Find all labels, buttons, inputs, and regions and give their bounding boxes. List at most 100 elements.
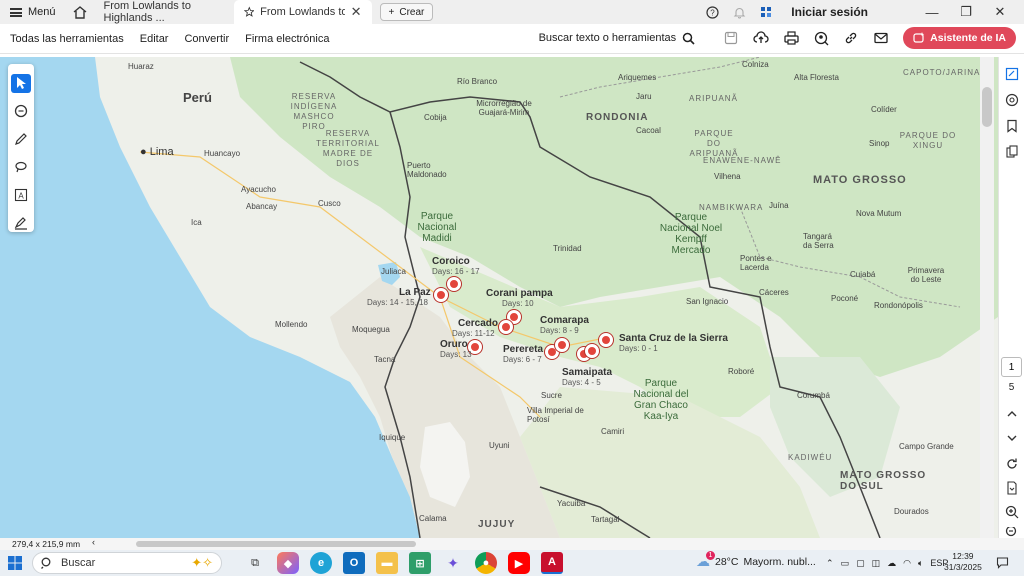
restore-icon[interactable]: ❐ bbox=[956, 4, 976, 20]
stop-marker[interactable] bbox=[599, 333, 613, 347]
zoom-out-icon[interactable] bbox=[1002, 527, 1022, 537]
comments-panel-icon[interactable] bbox=[1002, 91, 1022, 109]
cursor-icon bbox=[17, 77, 26, 90]
stop-label-oruro: Oruro Days: 13 bbox=[440, 339, 472, 359]
stop-marker[interactable] bbox=[585, 344, 599, 358]
scroll-thumb[interactable] bbox=[982, 87, 992, 127]
stop-name: Cercado bbox=[458, 318, 499, 329]
apps-grid-icon[interactable] bbox=[760, 6, 773, 19]
chevron-left-icon[interactable]: ‹ bbox=[92, 537, 95, 547]
tray-app-icon[interactable]: ◫ bbox=[872, 558, 881, 569]
page-total-count: 5 bbox=[1008, 382, 1015, 393]
notifications-icon[interactable] bbox=[996, 556, 1009, 572]
print-icon[interactable] bbox=[783, 30, 799, 46]
hamburger-icon bbox=[10, 7, 22, 17]
taskbar-search-box[interactable]: Buscar ✦✧ bbox=[32, 552, 222, 574]
menu-edit[interactable]: Editar bbox=[132, 33, 177, 45]
city-label: Juliaca bbox=[381, 267, 406, 276]
help-icon[interactable]: ? bbox=[706, 5, 719, 19]
close-window-icon[interactable]: ✕ bbox=[990, 4, 1010, 20]
onedrive-icon[interactable]: ☁ bbox=[887, 558, 896, 569]
new-tab-button[interactable]: + Crear bbox=[379, 3, 434, 21]
horizontal-scrollbar[interactable]: ‹ bbox=[92, 537, 978, 548]
comment-tool-button[interactable] bbox=[11, 102, 31, 121]
ai-assistant-button[interactable]: Asistente de IA bbox=[903, 27, 1016, 49]
stop-days: Days: 8 - 9 bbox=[540, 326, 579, 335]
stop-marker[interactable] bbox=[447, 277, 461, 291]
display-icon[interactable]: ▢ bbox=[856, 558, 865, 569]
map-document-page[interactable]: Coroico Days: 16 - 17 La Paz Days: 14 - … bbox=[0, 57, 998, 538]
bookmark-icon[interactable] bbox=[1002, 117, 1022, 135]
edge-browser-icon[interactable]: e bbox=[310, 552, 332, 574]
region-label: KADIWÉU bbox=[788, 453, 833, 462]
stop-name: Perereta bbox=[503, 344, 544, 355]
document-scroll-icon[interactable] bbox=[1002, 479, 1022, 497]
bell-icon[interactable] bbox=[733, 6, 746, 19]
park-label: Parque Nacional del Gran Chaco Kaa-Iya bbox=[633, 378, 689, 422]
scroll-thumb[interactable] bbox=[136, 541, 416, 547]
pen-tool-button[interactable] bbox=[11, 130, 31, 149]
refresh-icon[interactable] bbox=[1002, 455, 1022, 473]
pages-thumbnails-icon[interactable] bbox=[1002, 143, 1022, 161]
vertical-scrollbar[interactable] bbox=[980, 57, 994, 538]
city-dot-icon: ● bbox=[140, 146, 147, 158]
link-icon[interactable] bbox=[843, 30, 859, 46]
select-tool-button[interactable] bbox=[11, 74, 31, 93]
clock-time: 12:39 bbox=[952, 551, 974, 561]
city-label: Puerto Maldonado bbox=[407, 161, 447, 179]
menu-label: Menú bbox=[28, 6, 56, 18]
search-tools-button[interactable]: Buscar texto o herramientas bbox=[539, 32, 696, 45]
start-button[interactable] bbox=[2, 550, 28, 576]
tab-document-2-active[interactable]: From Lowlands to Highl... ✕ bbox=[233, 0, 372, 24]
stop-marker[interactable] bbox=[499, 320, 513, 334]
system-clock[interactable]: 12:39 31/3/2025 bbox=[944, 551, 982, 573]
excel-style-app-icon[interactable]: ⊞ bbox=[409, 552, 431, 574]
city-label: Iquique bbox=[379, 433, 406, 442]
volume-icon[interactable]: 🔈︎ bbox=[918, 558, 923, 569]
task-view-icon[interactable]: ⧉ bbox=[244, 552, 266, 574]
star-icon[interactable] bbox=[243, 6, 255, 18]
file-explorer-icon[interactable]: ▬ bbox=[376, 552, 398, 574]
menu-all-tools[interactable]: Todas las herramientas bbox=[0, 33, 132, 45]
chevron-up-icon[interactable] bbox=[1002, 405, 1022, 423]
wifi-icon[interactable]: ◠ bbox=[903, 558, 911, 569]
city-label-lima: ● Lima bbox=[140, 146, 174, 158]
chrome-icon[interactable]: ● bbox=[475, 552, 497, 574]
menu-button[interactable]: Menú bbox=[0, 0, 66, 24]
copilot-icon[interactable]: ◆ bbox=[277, 552, 299, 574]
menu-convert[interactable]: Convertir bbox=[176, 33, 237, 45]
region-label: NAMBIKWARA bbox=[699, 203, 764, 212]
stop-marker[interactable] bbox=[434, 288, 448, 302]
home-button[interactable] bbox=[66, 0, 94, 24]
freehand-tool-button[interactable] bbox=[11, 157, 31, 176]
city-label: Ariquemes bbox=[618, 73, 657, 82]
share-user-icon[interactable] bbox=[813, 30, 829, 46]
sign-tool-button[interactable] bbox=[11, 213, 31, 232]
battery-icon[interactable]: ▭ bbox=[841, 558, 850, 569]
menu-e-signature[interactable]: Firma electrónica bbox=[237, 33, 337, 45]
gemini-sparkle-icon[interactable]: ✦ bbox=[442, 552, 464, 574]
page-number-input[interactable]: 1 bbox=[1001, 357, 1022, 377]
tab-document-1[interactable]: From Lowlands to Highlands ... bbox=[94, 0, 234, 24]
upload-cloud-icon[interactable] bbox=[753, 30, 769, 46]
stop-name: Santa Cruz de la Sierra bbox=[619, 333, 728, 344]
chevron-up-icon[interactable]: ⌃ bbox=[826, 558, 834, 569]
minimize-icon[interactable]: — bbox=[922, 5, 942, 20]
close-tab-icon[interactable]: ✕ bbox=[351, 4, 362, 20]
mail-icon[interactable] bbox=[873, 30, 889, 46]
stop-label-la-paz: La Paz Days: 14 - 15, 18 bbox=[367, 287, 431, 307]
tab-label: From Lowlands to Highlands ... bbox=[103, 0, 191, 24]
zoom-in-icon[interactable] bbox=[1002, 503, 1022, 521]
outlook-icon[interactable]: O bbox=[343, 552, 365, 574]
stop-marker[interactable] bbox=[555, 338, 569, 352]
youtube-icon[interactable]: ▶ bbox=[508, 552, 530, 574]
save-icon[interactable] bbox=[723, 30, 739, 46]
chevron-down-icon[interactable] bbox=[1002, 429, 1022, 447]
ai-assistant-label: Asistente de IA bbox=[930, 32, 1006, 44]
acrobat-icon[interactable]: A bbox=[541, 552, 563, 574]
sign-in-button[interactable]: Iniciar sesión bbox=[791, 5, 868, 19]
edit-pdf-icon[interactable] bbox=[1002, 65, 1022, 83]
weather-widget[interactable]: ☁ 1 28°C Mayorm. nubl... bbox=[696, 551, 816, 570]
text-tool-button[interactable]: A bbox=[11, 185, 31, 204]
weather-temp: 28°C bbox=[715, 555, 739, 568]
